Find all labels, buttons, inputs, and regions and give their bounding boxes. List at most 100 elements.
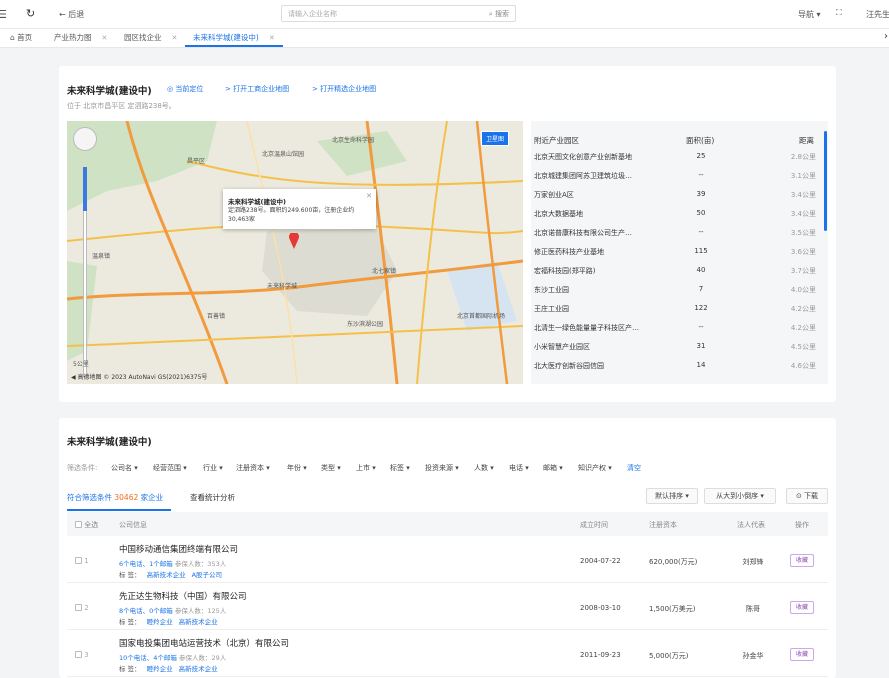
tab-future-city[interactable]: 未来科学城(建设中) ✕ (185, 29, 283, 47)
menu-icon[interactable]: ☰ (0, 8, 7, 21)
close-icon[interactable]: ✕ (269, 34, 275, 42)
contact-info[interactable]: 6个电话、1个邮箱 参保人数：353人 (119, 558, 226, 568)
sort-dropdown[interactable]: 默认排序 ▾ (646, 488, 698, 504)
park-address: 位于 北京市昌平区 定泗路238号。 (67, 102, 176, 110)
legal-rep: 孙金华 (742, 652, 764, 660)
user-name[interactable]: 汪先生 (866, 9, 889, 20)
close-icon[interactable]: ✕ (366, 192, 372, 200)
company-name-link[interactable]: 国家电投集团电站运营技术（北京）有限公司 (119, 637, 289, 649)
map-scale: 5公里 (73, 361, 89, 368)
filter-industry[interactable]: 行业 ▾ (203, 463, 223, 473)
list-item[interactable]: 北京诺普康科技有限公司生产… -- 3.5公里 (531, 222, 821, 241)
active-tab-underline (67, 509, 171, 511)
table-row: 3 国家电投集团电站运营技术（北京）有限公司 10个电话、4个邮箱 参保人数：2… (67, 630, 828, 677)
list-item[interactable]: 北京天图文化创意产业创新基地 25 2.8公里 (531, 146, 821, 165)
order-dropdown[interactable]: 从大到小倒序 ▾ (704, 488, 776, 504)
search-input[interactable] (282, 6, 472, 21)
list-item[interactable]: 北清生一绿色能量量子科技区产… -- 4.2公里 (531, 317, 821, 336)
filter-tag[interactable]: 标签 ▾ (390, 463, 410, 473)
open-jx-map-link[interactable]: > 打开精选企业地图 (312, 84, 376, 94)
filter-year[interactable]: 年份 ▾ (287, 463, 307, 473)
download-button[interactable]: ⊙ 下载 (786, 488, 828, 504)
list-item[interactable]: 东沙工业园 7 4.0公里 (531, 279, 821, 298)
list-item[interactable]: 北京城建集团阿苏卫建筑垃圾… -- 3.1公里 (531, 165, 821, 184)
filter-ip[interactable]: 知识产权 ▾ (578, 463, 612, 473)
contact-info[interactable]: 8个电话、0个邮箱 参保人数：125人 (119, 605, 226, 615)
tag-list: 标 签： 瞪羚企业 高新技术企业 (119, 618, 218, 626)
select-all-checkbox[interactable]: 全选 (75, 520, 98, 530)
company-name-link[interactable]: 中国移动通信集团终端有限公司 (119, 543, 238, 555)
checkbox[interactable] (75, 651, 82, 658)
list-item[interactable]: 万家创业A区 39 3.4公里 (531, 184, 821, 203)
checkbox[interactable] (75, 557, 82, 564)
filter-type[interactable]: 类型 ▾ (321, 463, 341, 473)
map-copyright: ◀ 高德地图 © 2023 AutoNavi GS(2021)6375号 (71, 374, 208, 381)
refresh-icon[interactable]: ↻ (26, 7, 35, 20)
col-date: 成立时间 (580, 521, 608, 529)
clear-filters-link[interactable]: 清空 (627, 463, 641, 473)
satellite-button[interactable]: 卫星图 (481, 131, 509, 146)
list-item[interactable]: 北大医疗创新谷园信园 14 4.6公里 (531, 355, 821, 374)
filter-listed[interactable]: 上市 ▾ (356, 463, 376, 473)
list-item[interactable]: 王庄工业园 122 4.2公里 (531, 298, 821, 317)
search-button[interactable]: ⌕ 搜索 (489, 9, 509, 19)
registered-capital: 620,000(万元) (649, 558, 698, 566)
nearby-parks-list: 附近产业园区 面积(亩) 距离 北京天图文化创意产业创新基地 25 2.8公里 北京… (531, 121, 828, 384)
map-label: 北京首都国际机场 (457, 313, 506, 320)
tab-matching[interactable]: 符合筛选条件 30462 家企业 (67, 492, 163, 503)
filter-invest[interactable]: 投资来源 ▾ (425, 463, 459, 473)
legal-rep: 陈哥 (746, 605, 760, 613)
chevron-right-icon[interactable]: › (884, 31, 888, 42)
founded-date: 2008-03-10 (580, 604, 621, 612)
filter-email[interactable]: 邮箱 ▾ (543, 463, 563, 473)
list-item[interactable]: 宏福科技园(郑平路) 40 3.7公里 (531, 260, 821, 279)
scrollbar[interactable] (824, 131, 827, 231)
row-number[interactable]: 1 (75, 557, 89, 565)
table-row: 2 先正达生物科技（中国）有限公司 8个电话、0个邮箱 参保人数：125人 标 … (67, 583, 828, 630)
close-icon[interactable]: ✕ (102, 34, 108, 42)
founded-date: 2004-07-22 (580, 557, 621, 565)
list-item[interactable]: 北京大数据基地 50 3.4公里 (531, 203, 821, 222)
tag-list: 标 签： 瞪羚企业 高新技术企业 (119, 665, 218, 673)
list-item[interactable]: 修正医药科技产业基地 115 3.6公里 (531, 241, 821, 260)
map-label: 未来科学城 (267, 283, 298, 290)
filter-staff[interactable]: 人数 ▾ (474, 463, 494, 473)
checkbox[interactable] (75, 604, 82, 611)
filter-company[interactable]: 公司名 ▾ (111, 463, 138, 473)
filter-capital[interactable]: 注册资本 ▾ (236, 463, 270, 473)
favorite-button[interactable]: 收藏 (790, 601, 814, 614)
map-view[interactable]: 卫星图 北京生命科学园 北京温泉山馆园 昌平区 未来科学城 百善镇 东沙滨湖公园… (67, 121, 523, 384)
map-label: 北七家镇 (372, 268, 397, 275)
map-label: 北京生命科学园 (332, 137, 375, 144)
table-header: 全选 公司信息 成立时间 注册资本 法人代表 操作 (67, 512, 828, 536)
col-distance: 距离 (799, 136, 814, 145)
map-label: 温泉镇 (92, 253, 111, 260)
top-bar: ☰ ↻ ← 后退 ⌕ 搜索 导航 ▾ ⛶ 汪先生 (0, 0, 889, 29)
tab-stats[interactable]: 查看统计分析 (190, 492, 235, 503)
tab-heatmap[interactable]: 产业热力图 ✕ (54, 29, 107, 47)
filter-scope[interactable]: 经营范围 ▾ (153, 463, 187, 473)
contact-info[interactable]: 10个电话、4个邮箱 参保人数：29人 (119, 652, 226, 662)
tab-park-search[interactable]: 园区找企业 ✕ (124, 29, 177, 47)
locate-link[interactable]: ◎ 当前定位 (167, 84, 203, 94)
map-label: 百善镇 (207, 313, 226, 320)
fullscreen-icon[interactable]: ⛶ (836, 8, 842, 18)
open-gs-map-link[interactable]: > 打开工商企业地图 (225, 84, 289, 94)
row-number[interactable]: 2 (75, 604, 89, 612)
company-name-link[interactable]: 先正达生物科技（中国）有限公司 (119, 590, 247, 602)
favorite-button[interactable]: 收藏 (790, 648, 814, 661)
back-button[interactable]: ← 后退 (59, 9, 84, 20)
tab-home[interactable]: ⌂ 首页 (10, 29, 32, 47)
compass-control[interactable] (73, 127, 97, 151)
row-number[interactable]: 3 (75, 651, 89, 659)
legal-rep: 刘郑锋 (742, 558, 764, 566)
registered-capital: 1,500(万美元) (649, 605, 696, 613)
close-icon[interactable]: ✕ (172, 34, 178, 42)
list-item[interactable]: 小米智慧产业园区 31 4.5公里 (531, 336, 821, 355)
nav-menu[interactable]: 导航 ▾ (798, 9, 821, 20)
tab-bar: ⌂ 首页 产业热力图 ✕ 园区找企业 ✕ 未来科学城(建设中) ✕ › (0, 29, 889, 48)
location-pin-icon[interactable] (289, 233, 299, 249)
filter-phone[interactable]: 电话 ▾ (509, 463, 529, 473)
checkbox[interactable] (75, 521, 82, 528)
favorite-button[interactable]: 收藏 (790, 554, 814, 567)
